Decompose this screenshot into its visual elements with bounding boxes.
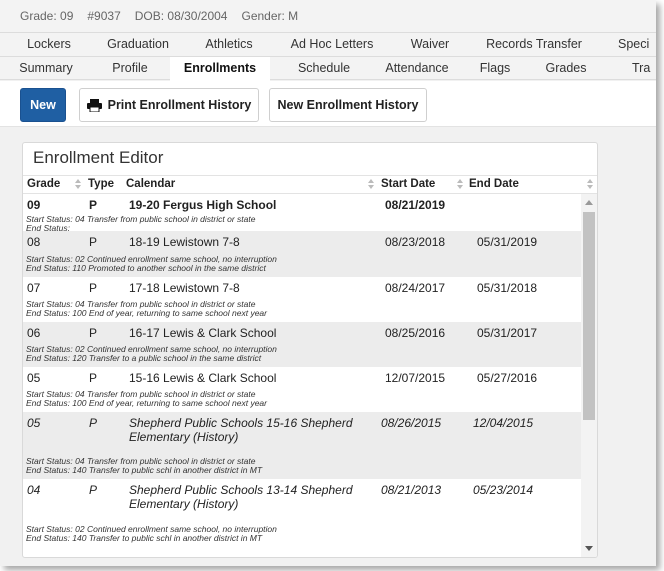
row-calendar: 16-17 Lewis & Clark School (129, 326, 277, 340)
row-end-status: End Status: 100 End of year, returning t… (26, 308, 267, 318)
row-start-date: 08/25/2016 (385, 326, 446, 340)
new-button[interactable]: New (20, 88, 66, 122)
column-header-end-date[interactable]: End Date (469, 178, 519, 190)
row-grade: 05 (27, 416, 41, 430)
tab-attendance[interactable]: Attendance (374, 57, 460, 81)
new-enrollment-history-button[interactable]: New Enrollment History (269, 88, 427, 122)
row-end-date: 05/31/2017 (477, 326, 538, 340)
tab-enrollments[interactable]: Enrollments (170, 57, 270, 83)
sort-icon[interactable] (587, 179, 593, 191)
tab-special[interactable]: Speci (618, 33, 656, 57)
table-row[interactable]: 09 P 19-20 Fergus High School 08/21/2019… (23, 194, 581, 233)
tab-row-bottom: Summary Profile Enrollments Schedule Att… (0, 56, 656, 83)
enrollment-editor-panel: Enrollment Editor Grade Type Calendar St… (22, 142, 598, 558)
row-type: P (89, 326, 98, 340)
tab-ad-hoc-letters[interactable]: Ad Hoc Letters (282, 33, 382, 57)
row-grade: 09 (27, 198, 41, 212)
row-calendar: 19-20 Fergus High School (129, 198, 277, 212)
table-row[interactable]: 04 P Shepherd Public Schools 13-14 Sheph… (23, 479, 581, 549)
tab-records-transfer[interactable]: Records Transfer (478, 33, 590, 57)
row-end-status: End Status: 120 Transfer to a public sch… (26, 353, 262, 363)
column-header-grade[interactable]: Grade (27, 178, 60, 190)
student-window: Grade: 09 #9037 DOB: 08/30/2004 Gender: … (0, 0, 656, 566)
enrollment-list: 09 P 19-20 Fergus High School 08/21/2019… (23, 194, 581, 557)
tab-lockers[interactable]: Lockers (14, 33, 84, 57)
scroll-down-icon[interactable] (585, 546, 593, 551)
row-start-date: 08/21/2013 (381, 483, 442, 497)
column-header-type[interactable]: Type (88, 178, 114, 190)
tab-waiver[interactable]: Waiver (398, 33, 462, 57)
row-calendar: Shepherd Public Schools 15-16 Shepherd E… (129, 416, 353, 444)
tab-athletics[interactable]: Athletics (194, 33, 264, 57)
tab-graduation[interactable]: Graduation (98, 33, 178, 57)
table-row[interactable]: 07 P 17-18 Lewistown 7-8 08/24/2017 05/3… (23, 277, 581, 322)
row-grade: 07 (27, 281, 41, 295)
student-grade: Grade: 09 (20, 9, 74, 23)
row-end-date: 05/31/2019 (477, 235, 538, 249)
column-header-calendar[interactable]: Calendar (126, 178, 175, 190)
row-end-status: End Status: 140 Transfer to public schl … (26, 465, 263, 475)
row-type: P (89, 198, 98, 212)
tab-row-top: Lockers Graduation Athletics Ad Hoc Lett… (0, 32, 656, 56)
print-button-label: Print Enrollment History (107, 98, 252, 112)
table-row[interactable]: 08 P 18-19 Lewistown 7-8 08/23/2018 05/3… (23, 231, 581, 277)
row-start-date: 08/23/2018 (385, 235, 446, 249)
table-row[interactable]: 06 P 16-17 Lewis & Clark School 08/25/20… (23, 322, 581, 367)
row-grade: 08 (27, 235, 41, 249)
printer-icon (86, 98, 102, 112)
action-toolbar: New Print Enrollment History New Enrollm… (0, 81, 656, 127)
print-enrollment-history-button[interactable]: Print Enrollment History (79, 88, 259, 122)
row-grade: 05 (27, 371, 41, 385)
row-type: P (89, 371, 98, 385)
row-type: P (89, 483, 98, 497)
sort-icon[interactable] (368, 179, 374, 191)
row-grade: 06 (27, 326, 41, 340)
row-end-date: 05/27/2016 (477, 371, 538, 385)
student-gender: Gender: M (241, 9, 299, 23)
row-type: P (89, 281, 98, 295)
row-calendar: 15-16 Lewis & Clark School (129, 371, 277, 385)
tab-transcript[interactable]: Tra (632, 57, 656, 81)
student-dob: DOB: 08/30/2004 (134, 9, 228, 23)
row-end-status: End Status: 100 End of year, returning t… (26, 398, 267, 408)
row-calendar: 18-19 Lewistown 7-8 (129, 235, 240, 249)
tab-flags[interactable]: Flags (470, 57, 520, 81)
tab-profile[interactable]: Profile (98, 57, 162, 81)
tab-grades[interactable]: Grades (536, 57, 596, 81)
tab-schedule[interactable]: Schedule (284, 57, 364, 81)
row-end-date: 05/31/2018 (477, 281, 538, 295)
student-info-bar: Grade: 09 #9037 DOB: 08/30/2004 Gender: … (0, 0, 656, 32)
row-end-status: End Status: 140 Transfer to public schl … (26, 533, 263, 543)
row-end-date: 12/04/2015 (473, 416, 534, 430)
sort-icon[interactable] (75, 179, 81, 191)
row-calendar: 17-18 Lewistown 7-8 (129, 281, 240, 295)
table-header: Grade Type Calendar Start Date End Date (23, 175, 597, 194)
row-type: P (89, 235, 98, 249)
row-start-date: 12/07/2015 (385, 371, 446, 385)
row-start-date: 08/21/2019 (385, 198, 446, 212)
scrollbar-thumb[interactable] (583, 212, 595, 420)
row-end-date: 05/23/2014 (473, 483, 534, 497)
row-grade: 04 (27, 483, 41, 497)
panel-title: Enrollment Editor (33, 148, 164, 167)
sort-icon[interactable] (457, 179, 463, 191)
table-row[interactable]: 05 P Shepherd Public Schools 15-16 Sheph… (23, 412, 581, 479)
scroll-up-icon[interactable] (585, 200, 593, 205)
row-type: P (89, 416, 98, 430)
vertical-scrollbar[interactable] (581, 194, 597, 557)
tab-summary[interactable]: Summary (10, 57, 82, 81)
row-end-status: End Status: 110 Promoted to another scho… (26, 263, 266, 273)
row-start-date: 08/24/2017 (385, 281, 446, 295)
student-id: #9037 (87, 9, 121, 23)
row-start-date: 08/26/2015 (381, 416, 442, 430)
row-calendar: Shepherd Public Schools 13-14 Shepherd E… (129, 483, 353, 511)
table-row[interactable]: 05 P 15-16 Lewis & Clark School 12/07/20… (23, 367, 581, 412)
column-header-start-date[interactable]: Start Date (381, 178, 435, 190)
